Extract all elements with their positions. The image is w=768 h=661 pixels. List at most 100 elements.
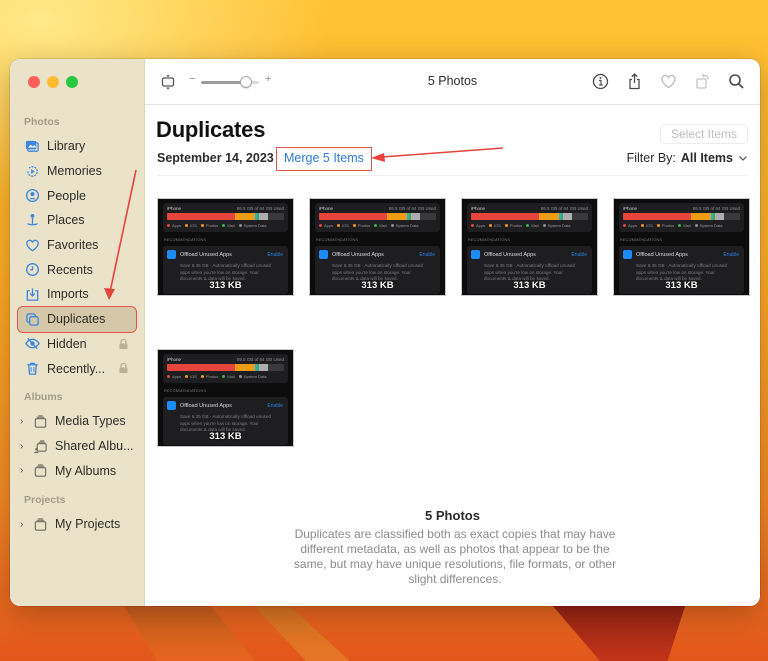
file-size-label: 313 KB — [361, 280, 394, 291]
storage-bar-ios — [386, 213, 407, 220]
legend-item: System Data — [239, 223, 267, 228]
file-size-label: 313 KB — [209, 280, 242, 291]
merge-items-button[interactable]: Merge 5 Items — [276, 147, 372, 171]
disclosure-chevron-icon[interactable]: › — [20, 465, 30, 476]
sidebar-item-label: My Albums — [55, 463, 117, 478]
legend-item: Mail — [222, 374, 234, 379]
lock-icon — [119, 363, 128, 374]
zoom-window-button[interactable] — [66, 76, 78, 88]
legend-item: System Data — [239, 374, 267, 379]
sidebar-item-places[interactable]: Places — [18, 208, 136, 233]
photo-thumbnail[interactable]: iPhone 59.5 GB of 64 GB Used Apps iOS Phot… — [157, 198, 294, 296]
legend-item: Apps — [167, 374, 181, 379]
page-title: Duplicates — [156, 117, 266, 142]
storage-bar-ios — [234, 213, 255, 220]
legend-item: Photos — [201, 223, 218, 228]
disclosure-chevron-icon[interactable]: › — [20, 416, 30, 427]
sidebar-item-label: My Projects — [55, 517, 121, 532]
legend-item: Mail — [222, 223, 234, 228]
device-label: iPhone — [623, 206, 638, 211]
sidebar-item-imports[interactable]: Imports — [18, 282, 136, 307]
select-items-button[interactable]: Select Items — [659, 124, 748, 144]
hidden-eye-icon — [24, 336, 40, 352]
storage-bar — [167, 364, 284, 371]
sidebar-item-people[interactable]: People — [18, 183, 136, 208]
shared-album-icon — [32, 438, 48, 454]
sidebar-item-my-projects[interactable]: › My Projects — [18, 512, 136, 537]
app-store-icon — [471, 250, 480, 259]
info-button[interactable] — [591, 72, 610, 91]
sidebar-item-recents[interactable]: Recents — [18, 257, 136, 282]
sidebar-item-library[interactable]: Library — [18, 134, 136, 159]
photo-thumbnail[interactable]: iPhone 59.5 GB of 64 GB Used Apps iOS Phot… — [461, 198, 598, 296]
disclosure-chevron-icon[interactable]: › — [20, 519, 30, 530]
storage-bar-apps — [167, 213, 235, 220]
storage-legend: Apps iOS Photos Mail System Data — [167, 374, 267, 379]
file-size-label: 313 KB — [209, 431, 242, 442]
device-label: iPhone — [471, 206, 486, 211]
sidebar-item-shared-albums[interactable]: › Shared Albu... — [18, 434, 136, 459]
favorite-button[interactable] — [659, 72, 678, 91]
offload-title: Offload Unused Apps — [636, 252, 688, 258]
sidebar-item-label: Memories — [47, 164, 102, 179]
legend-item: Photos — [201, 374, 218, 379]
recommendations-label: RECOMMENDATIONS — [164, 389, 207, 393]
sidebar-item-label: Favorites — [47, 238, 99, 253]
recommendations-label: RECOMMENDATIONS — [620, 238, 663, 242]
storage-bar-system — [411, 213, 420, 220]
clock-icon — [24, 262, 40, 278]
recommendations-label: RECOMMENDATIONS — [164, 238, 207, 242]
sidebar-albums-section: Albums › Media Types › Shared Albu... › — [10, 389, 144, 483]
duplicates-icon — [24, 311, 40, 327]
sidebar-item-memories[interactable]: Memories — [18, 159, 136, 184]
photo-thumbnail[interactable]: iPhone 59.5 GB of 64 GB Used Apps iOS Phot… — [309, 198, 446, 296]
storage-bar-apps — [319, 213, 387, 220]
filter-by-dropdown[interactable]: Filter By: All Items — [627, 151, 748, 165]
sidebar-header-projects: Projects — [24, 494, 66, 506]
legend-item: Apps — [319, 223, 333, 228]
device-label: iPhone — [167, 206, 182, 211]
sidebar-item-hidden[interactable]: Hidden — [18, 332, 136, 357]
legend-item: iOS — [337, 223, 349, 228]
sidebar-item-label: Shared Albu... — [55, 439, 134, 454]
disclosure-chevron-icon[interactable]: › — [20, 441, 30, 452]
offload-title: Offload Unused Apps — [180, 403, 232, 409]
enable-link: Enable — [419, 252, 435, 258]
device-label: iPhone — [319, 206, 334, 211]
sidebar-item-duplicates[interactable]: Duplicates — [17, 305, 137, 333]
legend-item: iOS — [185, 223, 197, 228]
storage-bar-system — [259, 364, 268, 371]
storage-used-label: 59.5 GB of 64 GB Used — [236, 357, 284, 362]
rotate-button[interactable] — [693, 72, 712, 91]
offload-title: Offload Unused Apps — [484, 252, 536, 258]
app-store-icon — [319, 250, 328, 259]
file-size-label: 313 KB — [665, 280, 698, 291]
storage-card: iPhone 59.5 GB of 64 GB Used Apps iOS Phot… — [467, 203, 592, 232]
sidebar-item-my-albums[interactable]: › My Albums — [18, 458, 136, 483]
photo-thumbnail[interactable]: iPhone 59.5 GB of 64 GB Used Apps iOS Phot… — [157, 349, 294, 447]
search-button[interactable] — [727, 72, 746, 91]
sidebar-item-favorites[interactable]: Favorites — [18, 233, 136, 258]
heart-icon — [24, 237, 40, 253]
close-window-button[interactable] — [28, 76, 40, 88]
footer-photo-count: 5 Photos — [425, 508, 480, 523]
sidebar-item-label: Imports — [47, 287, 89, 302]
app-store-icon — [167, 250, 176, 259]
app-store-icon — [623, 250, 632, 259]
sidebar-photos-section: Photos Library Memories People Places Fa… — [10, 114, 144, 381]
offload-title: Offload Unused Apps — [180, 252, 232, 258]
legend-item: Photos — [505, 223, 522, 228]
photo-thumbnail[interactable]: iPhone 59.5 GB of 64 GB Used Apps iOS Phot… — [613, 198, 750, 296]
enable-link: Enable — [723, 252, 739, 258]
sidebar-item-label: Media Types — [55, 414, 126, 429]
sidebar-item-media-types[interactable]: › Media Types — [18, 409, 136, 434]
storage-bar — [319, 213, 436, 220]
places-icon — [24, 212, 40, 228]
legend-item: Mail — [374, 223, 386, 228]
minimize-window-button[interactable] — [47, 76, 59, 88]
share-button[interactable] — [625, 72, 644, 91]
storage-bar-system — [715, 213, 724, 220]
legend-item: System Data — [543, 223, 571, 228]
storage-legend: Apps iOS Photos Mail System Data — [167, 223, 267, 228]
sidebar-item-recently-deleted[interactable]: Recently... — [18, 356, 136, 381]
